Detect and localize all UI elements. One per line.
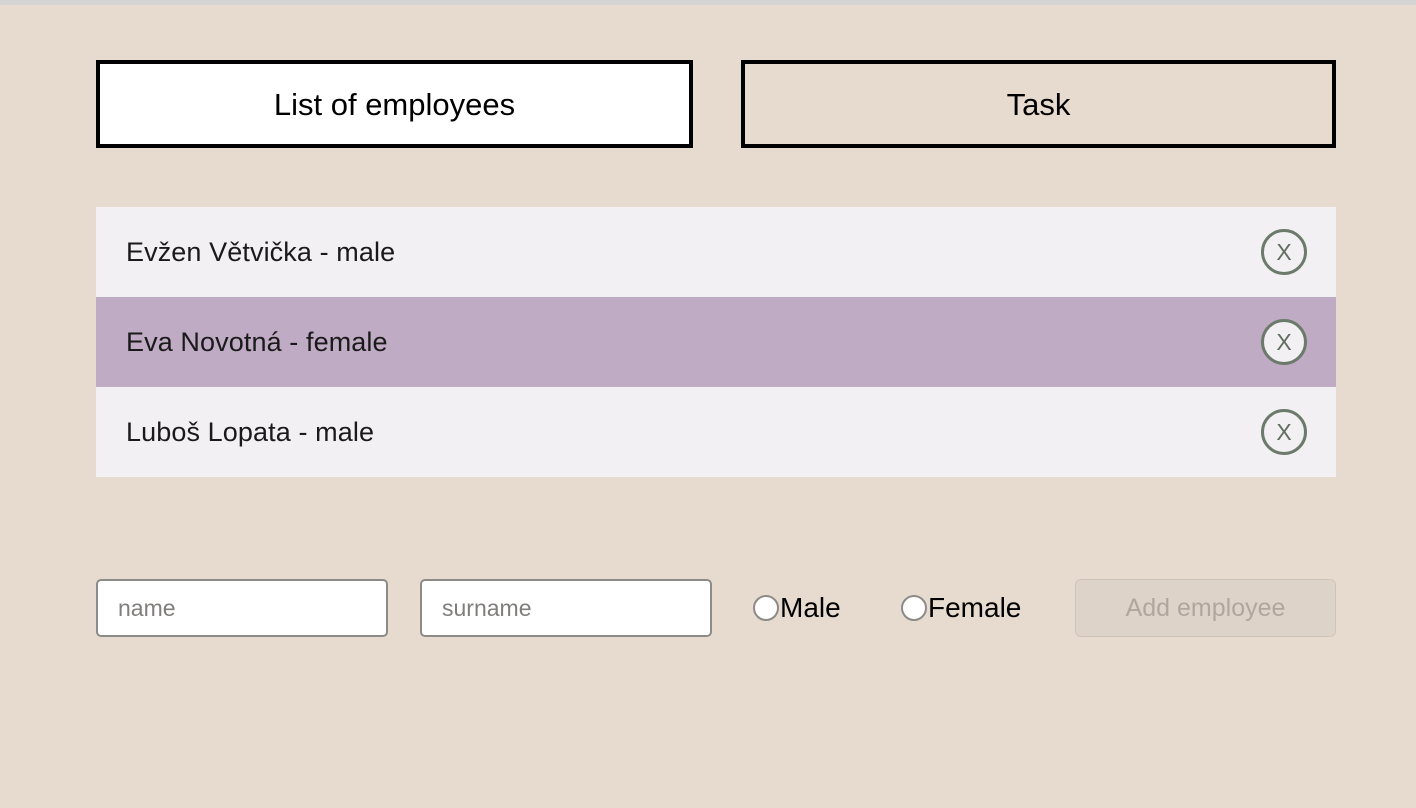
add-employee-form: Male Female Add employee: [96, 579, 1336, 637]
remove-employee-icon[interactable]: X: [1261, 409, 1307, 455]
gender-radio-male-label: Male: [780, 592, 841, 623]
gender-radio-male[interactable]: Male: [753, 579, 841, 637]
employee-name-label: Luboš Lopata - male: [126, 416, 375, 447]
add-employee-button[interactable]: Add employee: [1075, 579, 1336, 637]
tab-list-of-employees-label: List of employees: [273, 86, 516, 122]
employee-list-item[interactable]: Eva Novotná - female X: [96, 297, 1336, 387]
surname-input[interactable]: [420, 579, 712, 637]
employee-list: Evžen Větvička - male X Eva Novotná - fe…: [96, 207, 1336, 477]
remove-employee-icon[interactable]: X: [1261, 229, 1307, 275]
tab-task-label: Task: [1006, 86, 1071, 122]
gender-radio-female[interactable]: Female: [901, 579, 1021, 637]
employee-list-item[interactable]: Evžen Větvička - male X: [96, 207, 1336, 297]
radio-circle-icon[interactable]: [753, 595, 779, 621]
name-input[interactable]: [96, 579, 388, 637]
employee-name-label: Evžen Větvička - male: [126, 236, 396, 267]
employee-list-item[interactable]: Luboš Lopata - male X: [96, 387, 1336, 477]
tab-list-of-employees[interactable]: List of employees: [96, 60, 693, 148]
radio-circle-icon[interactable]: [901, 595, 927, 621]
tab-task[interactable]: Task: [741, 60, 1336, 148]
employee-name-label: Eva Novotná - female: [126, 326, 388, 357]
gender-radio-female-label: Female: [928, 592, 1022, 623]
app-root: List of employees Task Evžen Větvička - …: [0, 5, 1416, 808]
tab-bar: List of employees Task: [96, 60, 1336, 148]
remove-employee-icon[interactable]: X: [1261, 319, 1307, 365]
